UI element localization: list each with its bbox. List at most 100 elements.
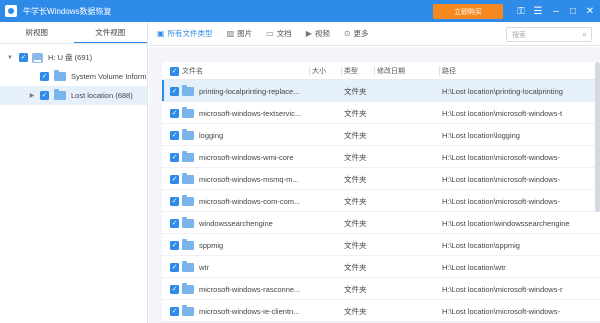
more-icon: ⊙: [343, 29, 351, 38]
filter-label: 更多: [353, 29, 369, 38]
folder-icon: [182, 234, 194, 256]
key-icon[interactable]: ⚿: [513, 3, 529, 19]
file-type: 文件夹: [344, 218, 367, 228]
file-type: 文件夹: [344, 130, 367, 140]
restore-icon[interactable]: □: [565, 3, 581, 19]
row-checkbox[interactable]: ✓: [170, 168, 179, 190]
row-checkbox[interactable]: ✓: [170, 212, 179, 234]
table-row[interactable]: ✓ microsoft-windows-rasconne... 文件夹 H:\Lost…: [162, 278, 600, 300]
file-path: H:\Lost location\wtr: [442, 262, 506, 272]
row-checkbox[interactable]: ✓: [170, 190, 179, 212]
column-name[interactable]: 文件名: [182, 62, 203, 80]
row-checkbox[interactable]: ✓: [170, 300, 179, 322]
filter-label: 图片: [237, 29, 253, 38]
table-row[interactable]: ✓ wtr 文件夹 H:\Lost location\wtr: [162, 256, 600, 278]
folder-icon: [182, 190, 194, 212]
file-path: H:\Lost location\microsoft-windows-: [442, 196, 560, 206]
folder-icon: [182, 146, 194, 168]
filter-toolbar: ▣ 所有文件类型 ▨ 图片 ▭ 文档 ▶ 视频 ⊙ 更多 搜索 ⌕: [149, 22, 600, 46]
file-type: 文件夹: [344, 108, 367, 118]
filter-videos[interactable]: ▶ 视频: [306, 28, 330, 39]
table-row[interactable]: ✓ printing-localprinting-replace... 文件夹 H:\…: [162, 80, 600, 102]
row-checkbox[interactable]: ✓: [170, 256, 179, 278]
filter-more[interactable]: ⊙ 更多: [344, 28, 369, 39]
table-row[interactable]: ✓ logging 文件夹 H:\Lost location\logging: [162, 124, 600, 146]
filter-label: 视频: [314, 29, 330, 38]
file-name: windowssearchengine: [199, 218, 273, 228]
image-icon: ▨: [226, 29, 235, 38]
app-logo-icon: [5, 5, 17, 17]
file-type: 文件夹: [344, 284, 367, 294]
tree-item-drive[interactable]: ▼ ✓ H: U 盘 (691): [0, 48, 147, 67]
row-checkbox[interactable]: ✓: [170, 234, 179, 256]
filter-documents[interactable]: ▭ 文档: [266, 28, 292, 39]
search-input[interactable]: 搜索 ⌕: [506, 27, 592, 42]
table-row[interactable]: ✓ microsoft-windows-msmq-m... 文件夹 H:\Lost l…: [162, 168, 600, 190]
column-path[interactable]: 路径: [439, 62, 456, 80]
folder-icon: [182, 124, 194, 146]
file-path: H:\Lost location\microsoft-windows-t: [442, 108, 563, 118]
chevron-down-icon[interactable]: ▼: [6, 54, 14, 62]
chevron-right-icon[interactable]: ▶: [28, 92, 36, 100]
filter-all-types[interactable]: ▣ 所有文件类型: [157, 28, 213, 39]
tree-item-system-volume[interactable]: ✓ System Volume Inform: [0, 67, 147, 86]
table-body: ✓ printing-localprinting-replace... 文件夹 H:\…: [162, 80, 600, 322]
minimize-icon[interactable]: –: [548, 3, 564, 19]
folder-icon: [182, 212, 194, 234]
file-type: 文件夹: [344, 306, 367, 316]
table-row[interactable]: ✓ sppmig 文件夹 H:\Lost location\sppmig: [162, 234, 600, 256]
close-icon[interactable]: ✕: [582, 3, 598, 19]
menu-icon[interactable]: ☰: [530, 3, 546, 19]
row-checkbox[interactable]: ✓: [170, 124, 179, 146]
row-checkbox[interactable]: ✓: [170, 80, 179, 102]
file-path: H:\Lost location\microsoft-windows-r: [442, 284, 563, 294]
folder-icon: [182, 168, 194, 190]
file-path: H:\Lost location\sppmig: [442, 240, 520, 250]
file-name: microsoft-windows-rasconne...: [199, 284, 301, 294]
row-checkbox[interactable]: ✓: [170, 102, 179, 124]
tab-tree-view[interactable]: 树视图: [0, 22, 74, 43]
app-title: 牛学长Windows数据恢复: [23, 6, 112, 16]
file-name: microsoft-windows-ie-clientn...: [199, 306, 300, 316]
column-size[interactable]: 大小: [309, 62, 326, 80]
search-icon[interactable]: ⌕: [583, 30, 587, 40]
filter-images[interactable]: ▨ 图片: [227, 28, 253, 39]
column-type[interactable]: 类型: [341, 62, 358, 80]
left-panel: 树视图 文件视图 ▼ ✓ H: U 盘 (691) ✓ System Volum…: [0, 22, 148, 323]
row-checkbox[interactable]: ✓: [170, 278, 179, 300]
table-row[interactable]: ✓ windowssearchengine 文件夹 H:\Lost location\…: [162, 212, 600, 234]
file-path: H:\Lost location\printing-localprinting: [442, 86, 563, 96]
select-all-checkbox[interactable]: ✓: [170, 62, 179, 80]
file-path: H:\Lost location\windowssearchengine: [442, 218, 570, 228]
filter-label: 所有文件类型: [167, 29, 213, 38]
table-row[interactable]: ✓ microsoft-windows-wmi-core 文件夹 H:\Lost lo…: [162, 146, 600, 168]
buy-now-button[interactable]: 立即购买: [433, 4, 503, 19]
file-type: 文件夹: [344, 196, 367, 206]
tree-item-label: System Volume Inform: [71, 72, 147, 81]
scrollbar[interactable]: [595, 62, 600, 212]
table-row[interactable]: ✓ microsoft-windows-com-com... 文件夹 H:\Lost …: [162, 190, 600, 212]
file-path: H:\Lost location\microsoft-windows-: [442, 306, 560, 316]
file-name: logging: [199, 130, 224, 140]
folder-icon: [182, 278, 194, 300]
table-header: ✓ 文件名 大小 类型 修改日期 路径: [162, 62, 600, 80]
tab-file-view[interactable]: 文件视图: [73, 22, 147, 43]
tree-item-lost-location[interactable]: ▶ ✓ Lost location (688): [0, 86, 147, 105]
video-icon: ▶: [305, 29, 312, 38]
view-tabs: 树视图 文件视图: [0, 22, 147, 44]
all-files-icon: ▣: [157, 29, 165, 38]
table-row[interactable]: ✓ microsoft-windows-textservic... 文件夹 H:\Lo…: [162, 102, 600, 124]
drive-icon: [32, 52, 43, 63]
table-row[interactable]: ✓ microsoft-windows-ie-clientn... 文件夹 H:\Lo…: [162, 300, 600, 322]
file-table: ✓ 文件名 大小 类型 修改日期 路径 ✓ printing-localprint…: [162, 62, 600, 322]
file-name: microsoft-windows-wmi-core: [199, 152, 294, 162]
row-checkbox[interactable]: ✓: [170, 146, 179, 168]
file-list-area: ✓ 文件名 大小 类型 修改日期 路径 ✓ printing-localprint…: [149, 47, 600, 323]
column-date[interactable]: 修改日期: [374, 62, 405, 80]
checkbox[interactable]: ✓: [40, 72, 49, 81]
file-name: microsoft-windows-msmq-m...: [199, 174, 299, 184]
checkbox[interactable]: ✓: [19, 53, 28, 62]
tree-item-label: H: U 盘 (691): [48, 53, 93, 62]
checkbox[interactable]: ✓: [40, 91, 49, 100]
folder-icon: [182, 102, 194, 124]
